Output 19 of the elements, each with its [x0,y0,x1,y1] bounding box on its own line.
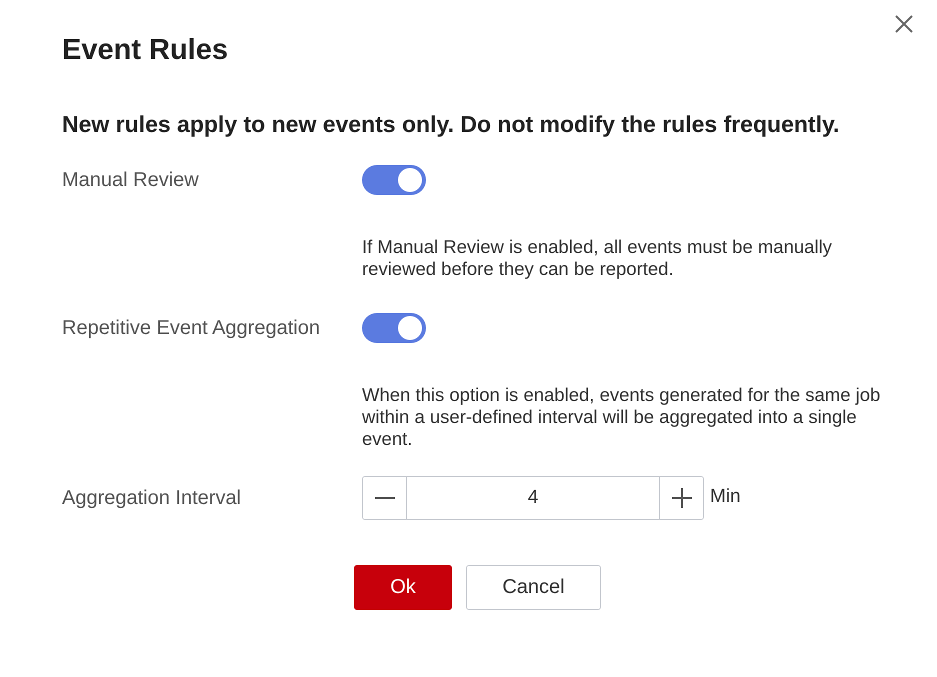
cancel-button[interactable]: Cancel [466,565,601,610]
increment-button[interactable] [659,476,704,520]
unit-label: Min [710,486,741,508]
close-icon [895,15,913,33]
help-text: When this option is enabled, events generated for the same job within a user-defined interval will be aggregated into a single event. [362,384,882,450]
plus-icon [672,488,692,508]
setting-label: Aggregation Interval [62,486,242,510]
notice-text: New rules apply to new events only. Do not modify the rules frequently. [62,111,840,138]
setting-label: Repetitive Event Aggregation [62,316,321,340]
setting-label: Manual Review [62,168,200,192]
minus-icon [374,497,394,499]
ok-button[interactable]: Ok [354,565,452,610]
number-field[interactable]: 4 [407,476,659,520]
toggle-switch[interactable] [362,313,426,343]
toggle-switch[interactable] [362,165,426,195]
help-text: If Manual Review is enabled, all events must be manually reviewed before they can be reported. [362,236,833,280]
dialog-title: Event Rules [62,34,229,67]
close-button[interactable] [895,15,913,33]
decrement-button[interactable] [362,476,407,520]
